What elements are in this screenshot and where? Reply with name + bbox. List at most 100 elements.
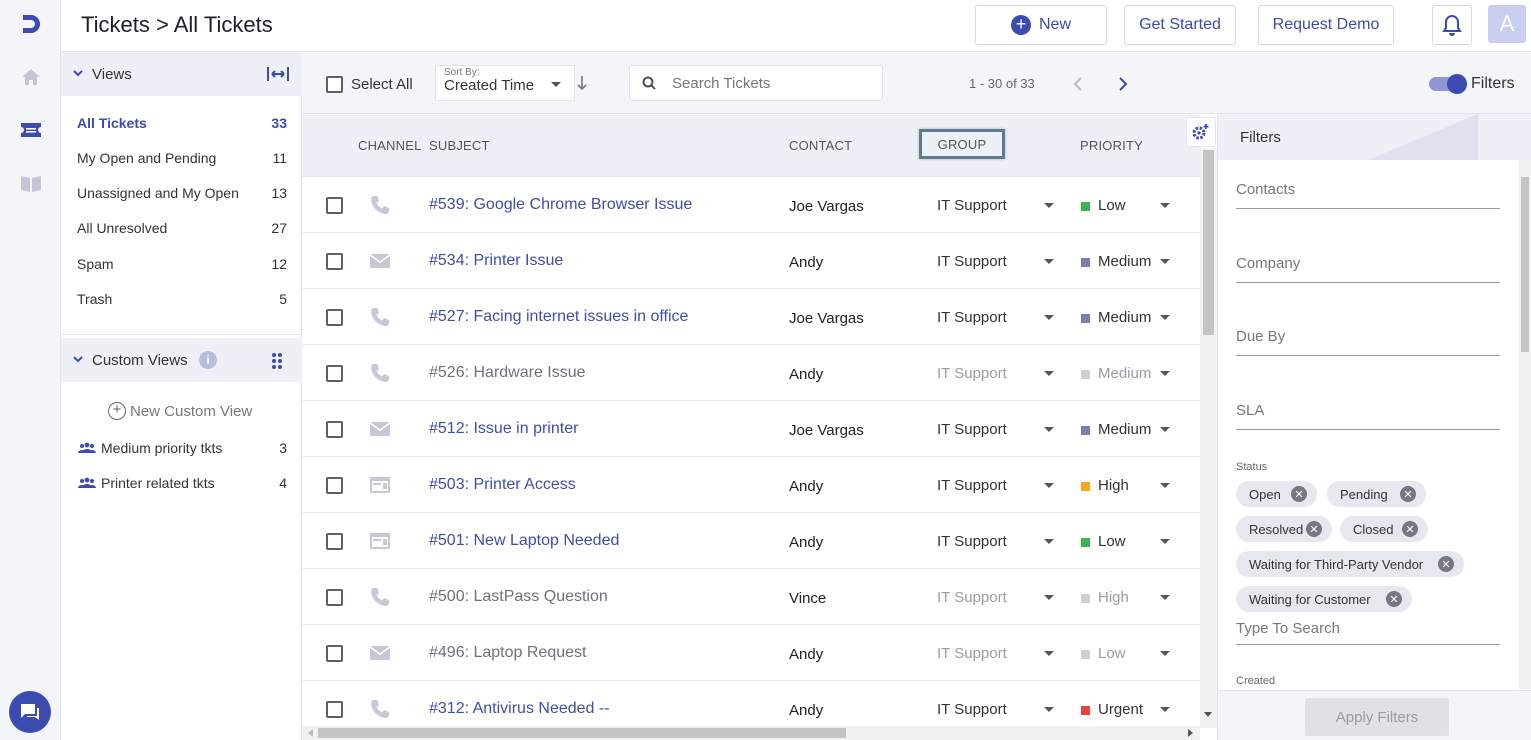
row-checkbox[interactable] [326,533,343,550]
table-row[interactable]: #512: Issue in printer Joe Vargas IT Suppo… [302,401,1200,457]
new-custom-view-button[interactable]: + New Custom View [108,402,252,420]
row-checkbox[interactable] [326,701,343,718]
chevron-right-icon[interactable] [1117,76,1129,97]
ticket-group-dropdown[interactable]: IT Support [937,309,1007,326]
custom-view-item[interactable]: Printer related tkts 4 [77,475,287,497]
table-row[interactable]: #503: Printer Access Andy IT Support High [302,457,1200,513]
view-item-all-tickets[interactable]: All Tickets 33 [77,115,287,137]
caret-down-icon[interactable] [1044,203,1054,208]
ticket-group-dropdown[interactable]: IT Support [937,589,1007,606]
column-header-channel[interactable]: CHANNEL [358,138,422,153]
filters-scrollbar[interactable] [1519,159,1531,689]
ticket-priority-dropdown[interactable]: Low [1098,197,1126,214]
caret-down-icon[interactable] [1044,315,1054,320]
column-header-group[interactable]: GROUP [919,129,1005,159]
caret-down-icon[interactable] [1044,371,1054,376]
caret-down-icon[interactable] [1160,259,1170,264]
row-checkbox[interactable] [326,421,343,438]
tickets-icon[interactable] [18,117,44,143]
chat-icon[interactable] [9,691,51,733]
search-input[interactable] [672,73,872,93]
ticket-subject-link[interactable]: #534: Printer Issue [429,252,563,270]
view-item-all-unresolved[interactable]: All Unresolved 27 [77,220,287,242]
table-row[interactable]: #527: Facing internet issues in office Jo… [302,289,1200,345]
scrollbar-thumb[interactable] [318,728,846,738]
ticket-subject-link[interactable]: #526: Hardware Issue [429,364,586,382]
scroll-right-icon[interactable] [1188,729,1193,737]
ticket-priority-dropdown[interactable]: Medium [1098,253,1151,270]
knowledge-base-icon[interactable] [18,170,44,196]
ticket-group-dropdown[interactable]: IT Support [937,253,1007,270]
get-started-button[interactable]: Get Started [1124,5,1236,45]
select-all-checkbox[interactable] [326,76,343,93]
ticket-group-dropdown[interactable]: IT Support [937,645,1007,662]
status-chip-waiting-customer[interactable]: Waiting for Customer ✕ [1236,586,1412,612]
scrollbar-thumb[interactable] [1203,150,1214,335]
caret-down-icon[interactable] [1160,483,1170,488]
status-chip-open[interactable]: Open ✕ [1236,481,1317,507]
sla-filter-field[interactable]: SLA [1236,402,1500,430]
scroll-down-icon[interactable] [1204,712,1212,717]
row-checkbox[interactable] [326,645,343,662]
caret-down-icon[interactable] [1160,371,1170,376]
table-row[interactable]: #500: LastPass Question Vince IT Support Hi… [302,569,1200,625]
remove-chip-icon[interactable]: ✕ [1386,591,1402,607]
ticket-priority-dropdown[interactable]: Low [1098,533,1126,550]
view-item-my-open-pending[interactable]: My Open and Pending 11 [77,150,287,172]
company-filter-field[interactable]: Company [1236,255,1500,283]
select-all-label[interactable]: Select All [351,76,413,93]
caret-down-icon[interactable] [1160,651,1170,656]
status-chip-pending[interactable]: Pending ✕ [1327,481,1426,507]
table-vertical-scrollbar[interactable] [1200,148,1217,728]
caret-down-icon[interactable] [1160,427,1170,432]
scrollbar-thumb[interactable] [1521,177,1529,352]
ticket-priority-dropdown[interactable]: Medium [1098,365,1151,382]
remove-chip-icon[interactable]: ✕ [1291,486,1307,502]
table-row[interactable]: #534: Printer Issue Andy IT Support Medium [302,233,1200,289]
row-checkbox[interactable] [326,197,343,214]
table-row[interactable]: #501: New Laptop Needed Andy IT Support Low [302,513,1200,569]
caret-down-icon[interactable] [1160,315,1170,320]
ticket-group-dropdown[interactable]: IT Support [937,421,1007,438]
remove-chip-icon[interactable]: ✕ [1306,521,1322,537]
sort-by-dropdown[interactable]: Sort By: Created Time [435,65,575,101]
table-row[interactable]: #526: Hardware Issue Andy IT Support Medium [302,345,1200,401]
apply-filters-button[interactable]: Apply Filters [1305,698,1449,736]
new-button[interactable]: + New [975,5,1107,45]
remove-chip-icon[interactable]: ✕ [1438,556,1454,572]
row-checkbox[interactable] [326,253,343,270]
ticket-priority-dropdown[interactable]: Medium [1098,421,1151,438]
scroll-left-icon[interactable] [308,729,313,737]
ticket-priority-dropdown[interactable]: High [1098,589,1129,606]
ticket-group-dropdown[interactable]: IT Support [937,533,1007,550]
caret-down-icon[interactable] [1044,259,1054,264]
ticket-subject-link[interactable]: #500: LastPass Question [429,588,608,606]
row-checkbox[interactable] [326,589,343,606]
ticket-subject-link[interactable]: #503: Printer Access [429,476,576,494]
ticket-subject-link[interactable]: #527: Facing internet issues in office [429,308,688,326]
view-item-trash[interactable]: Trash 5 [77,291,287,313]
ticket-group-dropdown[interactable]: IT Support [937,477,1007,494]
caret-down-icon[interactable] [1160,595,1170,600]
ticket-group-dropdown[interactable]: IT Support [937,365,1007,382]
chevron-left-icon[interactable] [1072,76,1084,97]
sort-direction-arrow-icon[interactable] [576,74,588,97]
column-header-subject[interactable]: SUBJECT [429,138,490,153]
view-item-unassigned-my-open[interactable]: Unassigned and My Open 13 [77,185,287,207]
caret-down-icon[interactable] [1044,651,1054,656]
table-row[interactable]: #539: Google Chrome Browser Issue Joe Var… [302,177,1200,233]
ticket-priority-dropdown[interactable]: Medium [1098,309,1151,326]
caret-down-icon[interactable] [1160,539,1170,544]
ticket-group-dropdown[interactable]: IT Support [937,197,1007,214]
status-chip-closed[interactable]: Closed ✕ [1340,516,1428,542]
caret-down-icon[interactable] [1044,539,1054,544]
column-header-contact[interactable]: CONTACT [789,138,852,153]
due-by-filter-field[interactable]: Due By [1236,328,1500,356]
request-demo-button[interactable]: Request Demo [1258,5,1394,45]
status-chip-resolved[interactable]: Resolved ✕ [1236,516,1332,542]
info-icon[interactable]: i [199,351,217,369]
ticket-priority-dropdown[interactable]: Urgent [1098,701,1143,718]
search-tickets-box[interactable] [629,65,883,101]
contacts-filter-field[interactable]: Contacts [1236,181,1500,209]
expand-width-icon[interactable] [266,65,290,88]
